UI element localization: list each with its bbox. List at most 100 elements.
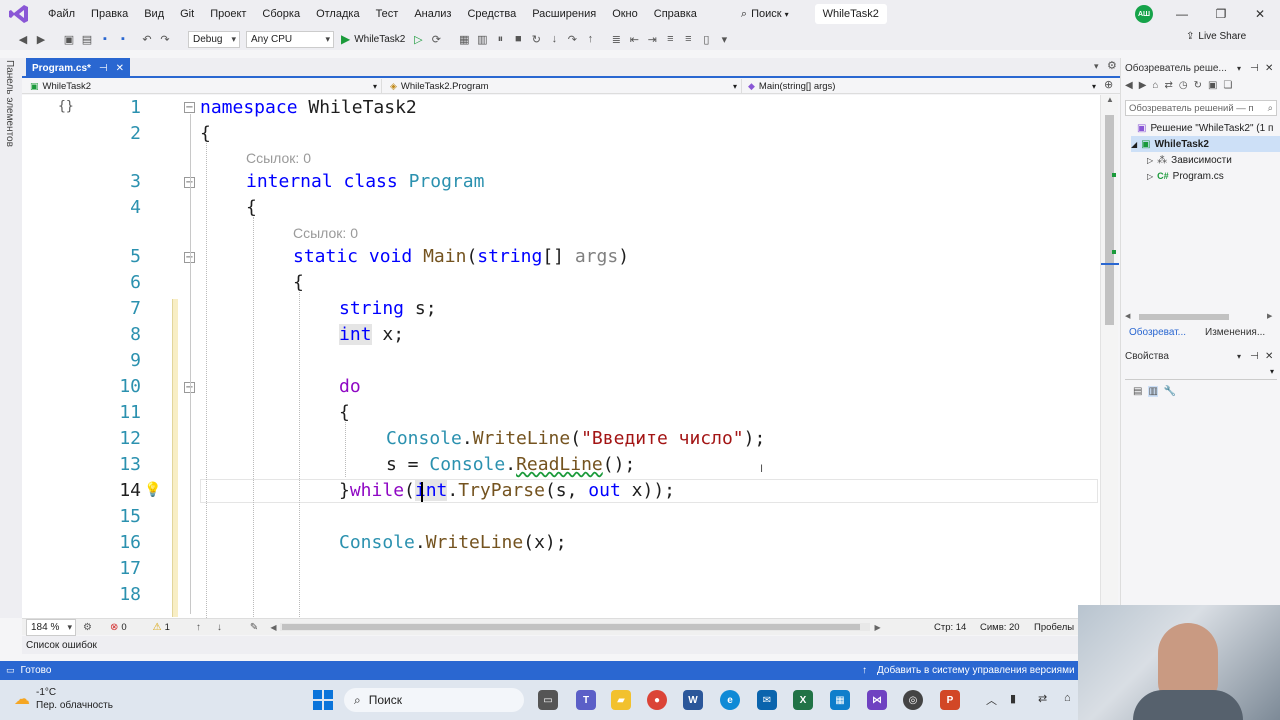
scroll-up-icon[interactable]: ▲ [1106,95,1114,104]
whitespace-indicator[interactable]: Пробелы [1034,622,1074,633]
powerpoint-icon[interactable]: P [940,690,960,710]
pause-icon[interactable]: ⏸ [491,30,509,48]
member-dropdown[interactable]: ◆ Main(string[] args) ▾ [744,79,1100,93]
show-all-icon[interactable]: ❏ [1223,80,1232,96]
back-icon[interactable]: ◀ [1125,80,1133,96]
step-into-icon[interactable]: ↓ [545,30,563,48]
open-folder-icon[interactable]: ▤ [78,30,96,48]
mail-icon[interactable]: ✉ [757,690,777,710]
close-panel-icon[interactable]: ✕ [1265,63,1273,74]
forward-icon[interactable]: ▶ [32,30,50,48]
bookmark-prev-icon[interactable]: ⇤ [625,30,643,48]
diagnostics-icon[interactable]: ▦ [455,30,473,48]
maximize-button[interactable]: ❐ [1202,0,1240,28]
editor-vertical-scrollbar[interactable]: ▲ [1100,95,1119,618]
solution-hscroll[interactable]: ◀ ▶ [1125,312,1275,322]
solution-search-box[interactable]: Обозреватель решений — п ⌕ [1125,100,1277,116]
error-icon[interactable]: ⊗ [110,622,118,633]
tab-git-changes[interactable]: Изменения... [1205,327,1265,338]
search-menu[interactable]: ⌕ Поиск ▾ [735,8,795,21]
menu-help[interactable]: Справка [646,0,705,28]
menu-analyze[interactable]: Анализ [406,0,459,28]
line-indicator[interactable]: Стр: 14 [934,622,966,633]
new-project-icon[interactable]: ▣ [60,30,78,48]
forward-icon[interactable]: ▶ [1139,80,1147,96]
nav-up-icon[interactable]: ↑ [196,622,201,633]
collapse-icon[interactable]: ▣ [1208,80,1217,96]
visual-studio-taskbar-icon[interactable]: ⋈ [867,690,887,710]
tree-file-program-cs[interactable]: ▷ C# Program.cs [1147,168,1224,184]
horizontal-scroll-thumb[interactable] [282,624,861,630]
code-editor[interactable]: {} 1 2 3 4 5 6 7 8 9 10 11 12 13 14 15 1… [22,95,1100,618]
panel-menu-icon[interactable]: ▾ [1237,64,1241,73]
uncomment-icon[interactable]: ≡ [679,30,697,48]
add-to-source-control[interactable]: Добавить в систему управления версиями [877,665,1075,676]
scroll-left-icon[interactable]: ◀ [1125,312,1130,320]
class-dropdown[interactable]: ◈ WhileTask2.Program ▾ [386,79,742,93]
step-over-icon[interactable]: ↷ [563,30,581,48]
file-explorer-icon[interactable]: ▰ [611,690,631,710]
scroll-thumb[interactable] [1139,314,1229,320]
avatar[interactable]: АШ [1135,5,1153,23]
health-icon[interactable]: ⚙ [83,622,92,633]
brush-icon[interactable]: ✎ [250,622,258,633]
column-indicator[interactable]: Симв: 20 [980,622,1020,633]
alphabetical-icon[interactable]: ▥ [1148,386,1158,397]
menu-git[interactable]: Git [172,0,202,28]
tree-solution[interactable]: ▣ Решение "WhileTask2" (1 п [1137,120,1273,136]
back-icon[interactable]: ◀ [14,30,32,48]
word-icon[interactable]: W [683,690,703,710]
tray-chevron-icon[interactable]: ︿ [986,692,997,708]
close-panel-icon[interactable]: ✕ [1265,351,1273,362]
menu-extensions[interactable]: Расширения [524,0,604,28]
menu-test[interactable]: Тест [368,0,407,28]
taskbar-search[interactable]: ⌕ Поиск [344,688,524,712]
restart-icon[interactable]: ↻ [527,30,545,48]
comment-icon[interactable]: ≡ [661,30,679,48]
warning-icon[interactable]: ⚠ [153,622,162,633]
format-icon[interactable]: ≣ [607,30,625,48]
scroll-right-icon[interactable]: ▶ [874,623,880,632]
platform-dropdown[interactable]: Any CPU [246,30,334,48]
step-out-icon[interactable]: ↑ [581,30,599,48]
save-icon[interactable]: ▪ [96,30,114,48]
menu-view[interactable]: Вид [136,0,172,28]
tab-overflow-icon[interactable]: ▾ [1094,61,1099,72]
wrench-icon[interactable]: 🔧 [1164,386,1176,397]
edge-icon[interactable]: e [720,690,740,710]
network-icon[interactable]: ⌂ [1064,692,1071,704]
categorized-icon[interactable]: ▤ [1133,386,1142,397]
menu-build[interactable]: Сборка [254,0,308,28]
bookmark-next-icon[interactable]: ⇥ [643,30,661,48]
teams-icon[interactable]: T [576,690,596,710]
run-button[interactable]: ▶ WhileTask2 [341,32,405,46]
visual-studio-logo-icon[interactable] [8,3,30,25]
tray-icon[interactable]: ▮ [1010,692,1016,705]
tray-icon[interactable]: ⇄ [1038,692,1047,705]
run-without-debug-icon[interactable]: ▷ [409,30,427,48]
pin-icon[interactable]: ⊣ [1250,63,1259,74]
undo-icon[interactable]: ↶ [138,30,156,48]
refresh-icon[interactable]: ↻ [1194,80,1202,96]
pin-icon[interactable]: ⊣ [99,63,108,74]
tree-project[interactable]: ◢ ▣ WhileTask2 [1131,136,1280,152]
tab-program-cs[interactable]: Program.cs* ⊣ ✕ [26,58,131,78]
start-button[interactable] [313,690,333,710]
tab-solution-explorer[interactable]: Обозреват... [1129,327,1186,338]
menu-debug[interactable]: Отладка [308,0,367,28]
calculator-icon[interactable]: ▦ [830,690,850,710]
toolbar-options-icon[interactable]: ▾ [715,30,733,48]
split-editor-icon[interactable]: ⊕ [1104,78,1113,91]
nav-down-icon[interactable]: ↓ [217,622,222,633]
settings-icon[interactable]: ⚙ [1107,59,1117,72]
sync-icon[interactable]: ⇄ [1164,80,1172,96]
configuration-dropdown[interactable]: Debug [188,30,240,48]
codelens-references[interactable]: Ссылок: 0 [246,148,311,168]
menu-project[interactable]: Проект [202,0,254,28]
codelens-references[interactable]: Ссылок: 0 [293,223,358,243]
zoom-dropdown[interactable]: 184 % [26,618,76,636]
chrome-icon[interactable]: ● [647,690,667,710]
pin-icon[interactable]: ⊣ [1250,351,1259,362]
menu-file[interactable]: Файл [40,0,83,28]
stop-icon[interactable]: ■ [509,30,527,48]
